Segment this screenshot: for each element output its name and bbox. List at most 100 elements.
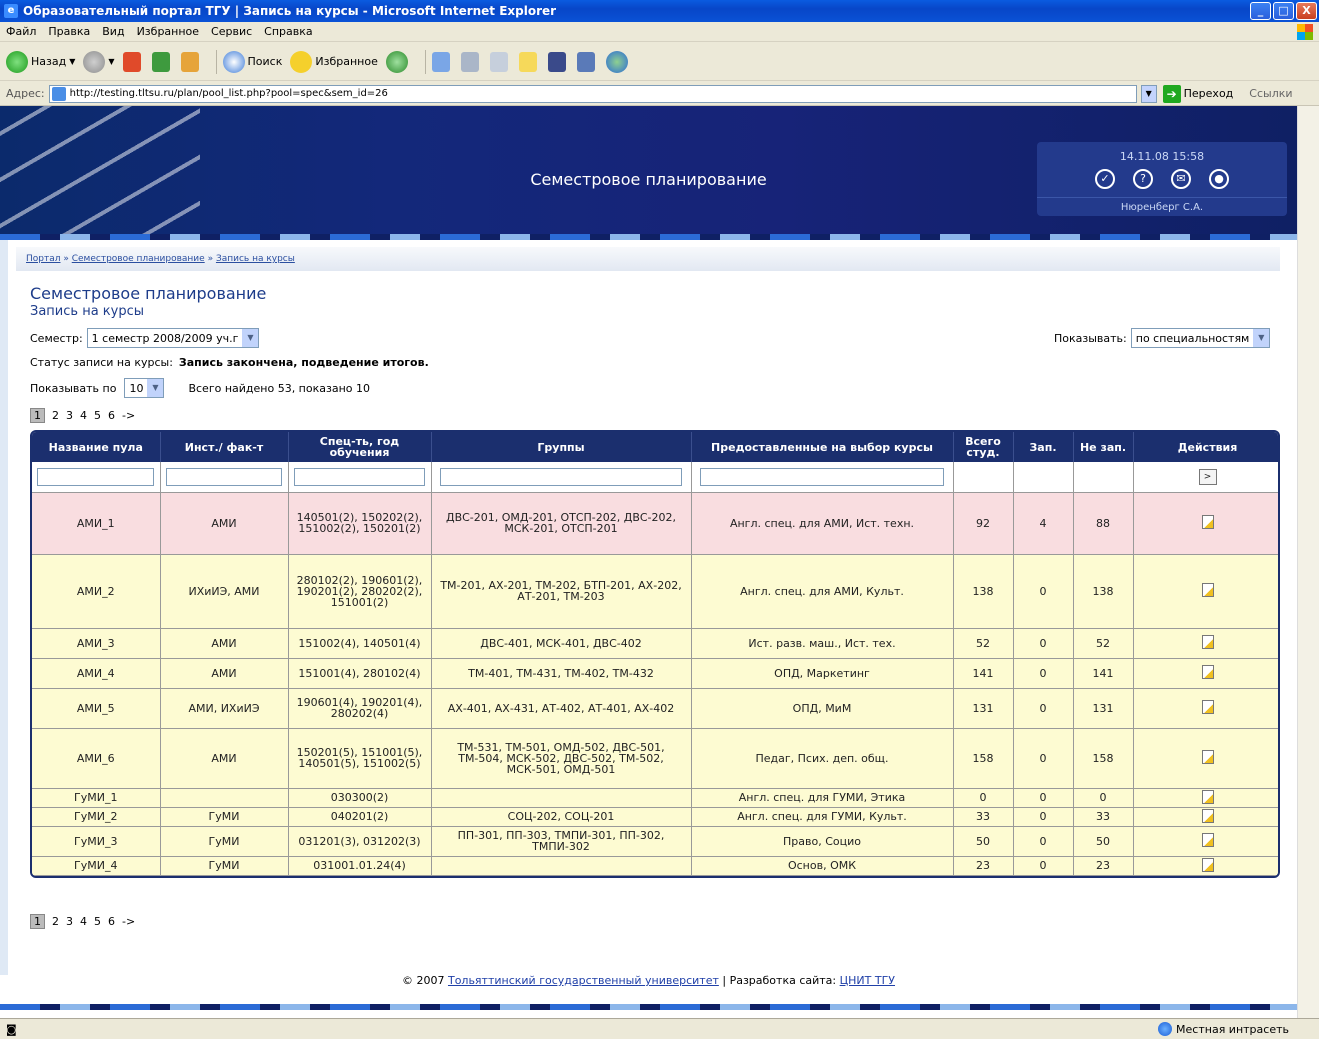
notes-button[interactable] (518, 51, 540, 72)
back-arrow-icon (6, 50, 28, 73)
pools-table: Название пула Инст./ фак-т Спец-ть, год … (30, 430, 1280, 878)
forward-arrow-icon (83, 50, 106, 73)
cell-pool-name: ГуМИ_3 (32, 826, 161, 857)
show-by-select[interactable]: по специальностям ▼ (1130, 328, 1271, 348)
pager-page[interactable]: 2 (52, 915, 59, 928)
home-icon (180, 51, 199, 72)
edit-icon[interactable] (1201, 750, 1214, 764)
menu-edit[interactable]: Правка (48, 25, 90, 38)
edit-icon[interactable] (1201, 857, 1214, 872)
developer-link[interactable]: ЦНИТ ТГУ (840, 974, 895, 987)
site-banner: Семестровое планирование 14.11.08 15:58 … (0, 106, 1297, 240)
col-header-enrolled[interactable]: Зап. (1013, 432, 1074, 462)
close-button[interactable]: X (1296, 2, 1317, 20)
pager-page[interactable]: 4 (80, 409, 87, 422)
history-button[interactable] (385, 50, 411, 73)
cell-spec: 150201(5), 151001(5), 140501(5), 151002(… (288, 728, 432, 789)
edit-icon[interactable] (1201, 833, 1214, 847)
pager-next[interactable]: -> (122, 915, 135, 928)
filter-groups-input[interactable] (439, 467, 683, 486)
cell-actions (1133, 728, 1278, 789)
refresh-button[interactable] (151, 51, 173, 72)
col-header-groups[interactable]: Группы (431, 432, 692, 462)
mail-icon[interactable]: ✉ (1171, 169, 1191, 189)
stop-button[interactable] (122, 51, 144, 72)
help-icon[interactable]: ? (1133, 169, 1153, 189)
forward-button[interactable]: ▼ (83, 50, 115, 73)
pager-page[interactable]: 5 (94, 409, 101, 422)
pager-page[interactable]: 5 (94, 915, 101, 928)
col-header-spec[interactable]: Спец-ть, год обучения (288, 432, 432, 462)
vertical-scrollbar[interactable] (1297, 106, 1319, 1018)
address-dropdown-button[interactable]: ▼ (1140, 84, 1157, 103)
edit-icon[interactable] (1201, 808, 1214, 823)
pager-next[interactable]: -> (122, 409, 135, 422)
cell-actions (1133, 658, 1278, 689)
edit-icon[interactable] (1201, 665, 1214, 679)
edit-icon[interactable] (1201, 700, 1214, 714)
table-row: ГуМИ_2 ГуМИ 040201(2) СОЦ-202, СОЦ-201 Англ.… (32, 807, 1278, 827)
k-button[interactable] (547, 51, 569, 72)
status-bar: ◙ Местная интрасеть (0, 1018, 1319, 1039)
address-input[interactable]: http://testing.tltsu.ru/plan/pool_list.p… (48, 84, 1137, 103)
links-button[interactable]: Ссылки (1249, 87, 1292, 100)
page-status-icon: ◙ (6, 1022, 17, 1036)
cell-groups: ТМ-201, АХ-201, ТМ-202, БТП-201, АХ-202,… (431, 554, 692, 629)
semester-select[interactable]: 1 семестр 2008/2009 уч.г ▼ (86, 328, 260, 348)
breadcrumb-portal[interactable]: Портал (26, 254, 61, 264)
print-button[interactable] (460, 51, 482, 72)
menu-file[interactable]: Файл (6, 25, 36, 38)
search-button[interactable]: Поиск (222, 50, 282, 73)
cell-actions (1133, 807, 1278, 827)
col-header-not-enrolled[interactable]: Не зап. (1073, 432, 1134, 462)
edit-icon[interactable] (1201, 583, 1214, 597)
research-button[interactable] (576, 51, 598, 72)
pager-page[interactable]: 3 (66, 915, 73, 928)
favorites-button[interactable]: Избранное (290, 50, 378, 73)
edit-icon[interactable] (1201, 635, 1214, 649)
col-header-inst[interactable]: Инст./ фак-т (160, 432, 289, 462)
cell-enrolled: 0 (1013, 554, 1074, 629)
messenger-button[interactable] (605, 50, 631, 73)
menu-tools[interactable]: Сервис (211, 25, 252, 38)
menu-help[interactable]: Справка (264, 25, 312, 38)
results-summary: Всего найдено 53, показано 10 (188, 381, 370, 395)
col-header-total[interactable]: Всего студ. (953, 432, 1014, 462)
per-page-select[interactable]: 10 ▼ (124, 378, 165, 398)
breadcrumb-enrollment[interactable]: Запись на курсы (216, 254, 295, 264)
check-icon[interactable]: ✓ (1095, 169, 1115, 189)
breadcrumb-planning[interactable]: Семестровое планирование (72, 254, 205, 264)
pager-page[interactable]: 6 (108, 409, 115, 422)
minimize-button[interactable]: _ (1250, 2, 1271, 20)
go-button[interactable]: ➔ Переход (1162, 84, 1233, 103)
col-header-courses[interactable]: Предоставленные на выбор курсы (691, 432, 954, 462)
cell-groups: ДВС-401, МСК-401, ДВС-402 (431, 628, 692, 659)
menu-view[interactable]: Вид (102, 25, 124, 38)
back-button[interactable]: Назад ▼ (6, 50, 75, 73)
pager-page[interactable]: 6 (108, 915, 115, 928)
cell-total: 52 (953, 628, 1014, 659)
lock-icon[interactable]: ● (1209, 169, 1229, 189)
filter-courses-input[interactable] (699, 467, 945, 486)
edit-icon[interactable] (1201, 515, 1214, 529)
cell-actions (1133, 826, 1278, 857)
menu-favorites[interactable]: Избранное (137, 25, 199, 38)
home-button[interactable] (180, 51, 202, 72)
filter-inst-input[interactable] (165, 467, 283, 486)
filter-apply-button[interactable]: > (1198, 468, 1217, 485)
cell-pool-name: ГуМИ_4 (32, 856, 161, 876)
pager-page[interactable]: 2 (52, 409, 59, 422)
filter-spec-input[interactable] (293, 467, 426, 486)
edit-icon[interactable] (1201, 789, 1214, 804)
pager-page[interactable]: 4 (80, 915, 87, 928)
filter-name-input[interactable] (37, 467, 155, 486)
university-link[interactable]: Тольяттинский государственный университе… (448, 974, 719, 987)
col-header-name[interactable]: Название пула (32, 432, 161, 462)
page-title: Семестровое планирование (30, 284, 267, 303)
per-page-control: Показывать по 10 ▼ Всего найдено 53, пок… (30, 378, 370, 398)
mail-button[interactable] (431, 51, 453, 72)
edit-button[interactable] (489, 51, 511, 72)
pager-page[interactable]: 3 (66, 409, 73, 422)
cell-enrolled: 0 (1013, 856, 1074, 876)
maximize-button[interactable]: □ (1273, 2, 1294, 20)
